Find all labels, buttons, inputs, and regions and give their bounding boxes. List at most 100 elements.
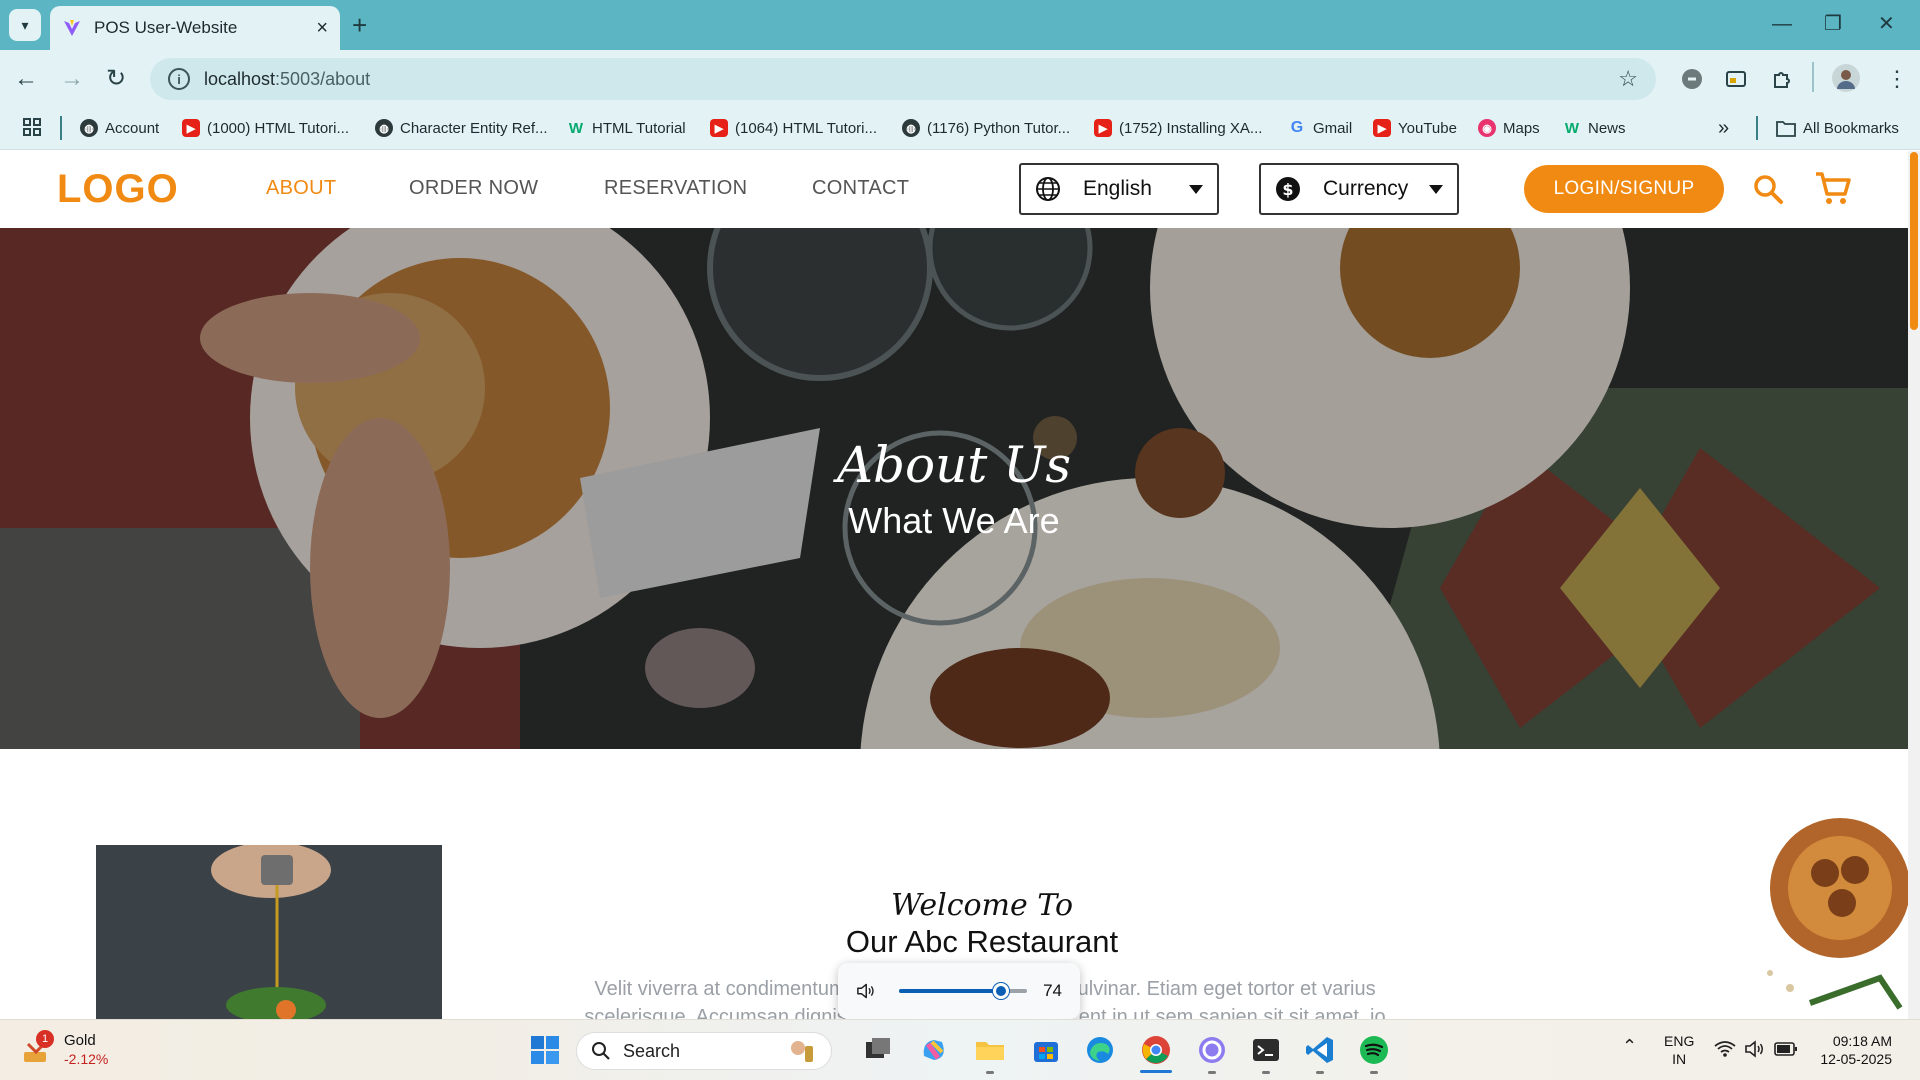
maps-icon: ◉ [1478, 119, 1496, 137]
running-indicator [1370, 1071, 1378, 1074]
login-signup-button[interactable]: LOGIN/SIGNUP [1524, 165, 1724, 213]
youtube-icon: ▶ [182, 119, 200, 137]
widget-value: -2.12% [64, 1051, 109, 1067]
svg-text:$: $ [1282, 180, 1293, 199]
volume-slider-fill [898, 989, 1001, 993]
minimize-button[interactable]: — [1772, 10, 1792, 38]
bookmark-star-icon[interactable]: ☆ [1618, 66, 1638, 92]
all-bookmarks[interactable]: All Bookmarks [1776, 116, 1899, 140]
volume-slider-knob[interactable] [992, 983, 1009, 999]
hero-script-title: About Us [836, 436, 1072, 494]
globe-icon: ◍ [902, 119, 920, 137]
running-indicator [986, 1071, 994, 1074]
messaging-app-icon[interactable] [1196, 1034, 1228, 1066]
vscode-icon[interactable] [1304, 1034, 1336, 1066]
gold-widget[interactable]: 1 Gold -2.12% [22, 1030, 132, 1070]
google-icon: G [1290, 119, 1304, 136]
running-indicator [1262, 1071, 1270, 1074]
edge-icon[interactable] [1084, 1034, 1116, 1066]
address-bar[interactable]: i localhost:5003/about ☆ [150, 58, 1656, 100]
forward-arrow-icon[interactable]: → [60, 66, 84, 92]
site-logo[interactable]: LOGO [57, 167, 179, 212]
profile-avatar[interactable] [1832, 64, 1860, 92]
back-arrow-icon[interactable]: ← [14, 66, 38, 92]
spotify-icon[interactable] [1358, 1034, 1390, 1066]
close-window-button[interactable]: ✕ [1878, 10, 1895, 38]
bookmark-news[interactable]: W News [1563, 116, 1626, 140]
browser-tab[interactable]: POS User-Website × [50, 6, 340, 50]
tray-overflow-chevron-icon[interactable]: ⌃ [1622, 1036, 1637, 1057]
notification-badge: 1 [36, 1030, 54, 1048]
bookmark-html-tutorial-1[interactable]: ▶ (1000) HTML Tutori... [182, 116, 349, 140]
bookmarks-divider-right [1756, 116, 1758, 140]
vite-favicon-icon [64, 20, 80, 36]
browser-menu-icon[interactable]: ⋮ [1886, 66, 1908, 92]
nav-contact[interactable]: CONTACT [812, 177, 909, 200]
volume-value: 74 [1043, 981, 1062, 1000]
file-explorer-icon[interactable] [974, 1034, 1006, 1066]
url-text[interactable]: localhost:5003/about [204, 69, 1618, 90]
folder-icon [1776, 121, 1796, 137]
nav-order-now[interactable]: ORDER NOW [409, 177, 538, 200]
welcome-script: Welcome To [890, 888, 1074, 923]
bookmark-gmail[interactable]: G Gmail [1288, 116, 1352, 140]
battery-icon[interactable] [1774, 1041, 1798, 1057]
w3schools-icon: W [1564, 119, 1580, 137]
chevron-down-icon [1189, 184, 1203, 194]
chevron-down-icon [1429, 184, 1443, 194]
input-language[interactable]: ENG IN [1664, 1032, 1694, 1068]
chrome-icon[interactable] [1140, 1034, 1172, 1066]
task-view-icon[interactable] [862, 1034, 894, 1066]
cast-icon[interactable] [1724, 67, 1748, 91]
dollar-icon: $ [1276, 177, 1300, 201]
extension-icon[interactable] [1680, 67, 1704, 91]
clock[interactable]: 09:18 AM 12-05-2025 [1812, 1032, 1892, 1068]
search-icon[interactable] [1752, 173, 1784, 205]
nav-reservation[interactable]: RESERVATION [604, 177, 747, 200]
terminal-icon[interactable] [1250, 1034, 1282, 1066]
w3schools-icon: W [568, 119, 584, 137]
wifi-icon[interactable] [1714, 1040, 1736, 1058]
bookmark-python-tutorial[interactable]: ◍ (1176) Python Tutor... [902, 116, 1070, 140]
active-app-indicator [1140, 1070, 1172, 1073]
reload-icon[interactable]: ↻ [106, 66, 126, 92]
language-select[interactable]: English [1019, 163, 1219, 215]
windows-start-icon[interactable] [529, 1034, 561, 1066]
bookmarks-divider [60, 116, 62, 140]
copilot-icon[interactable] [918, 1034, 950, 1066]
site-info-icon[interactable]: i [168, 68, 190, 90]
volume-icon[interactable] [1744, 1040, 1766, 1058]
hero-subtitle: What We Are [848, 500, 1060, 541]
tab-close-icon[interactable]: × [316, 17, 328, 40]
speaker-icon[interactable] [856, 981, 877, 1001]
bookmark-html-tutorial-w3[interactable]: W HTML Tutorial [567, 116, 686, 140]
running-indicator [1316, 1071, 1324, 1074]
bookmark-account[interactable]: ◍ Account [80, 116, 159, 140]
extensions-puzzle-icon[interactable] [1770, 67, 1794, 91]
taskbar-search[interactable]: Search [576, 1032, 832, 1070]
toolbar-divider [1812, 62, 1814, 92]
microsoft-store-icon[interactable] [1030, 1034, 1062, 1066]
bookmark-character-entity[interactable]: ◍ Character Entity Ref... [375, 116, 548, 140]
globe-icon [1036, 177, 1060, 201]
currency-select[interactable]: $ Currency [1259, 163, 1459, 215]
page-scrollbar-thumb[interactable] [1910, 152, 1918, 330]
bookmarks-overflow-icon[interactable]: » [1718, 116, 1729, 140]
restore-button[interactable]: ❐ [1824, 10, 1842, 38]
apps-grid-icon[interactable] [22, 117, 42, 137]
bookmark-youtube[interactable]: ▶ YouTube [1373, 116, 1457, 140]
bookmark-html-tutorial-2[interactable]: ▶ (1064) HTML Tutori... [710, 116, 877, 140]
welcome-title: Our Abc Restaurant [845, 924, 1119, 959]
volume-slider[interactable] [898, 983, 1028, 999]
widget-title: Gold [64, 1032, 96, 1049]
volume-flyout: 74 [838, 963, 1080, 1019]
tab-search-dropdown-icon[interactable]: ▾ [9, 9, 41, 41]
bookmark-installing[interactable]: ▶ (1752) Installing XA... [1094, 116, 1262, 140]
cart-icon[interactable] [1814, 170, 1852, 206]
bookmark-maps[interactable]: ◉ Maps [1478, 116, 1540, 140]
search-icon [592, 1042, 610, 1060]
new-tab-button[interactable]: + [352, 10, 367, 40]
search-highlight-icon [791, 1041, 813, 1062]
running-indicator [1208, 1071, 1216, 1074]
nav-about[interactable]: ABOUT [266, 177, 336, 200]
